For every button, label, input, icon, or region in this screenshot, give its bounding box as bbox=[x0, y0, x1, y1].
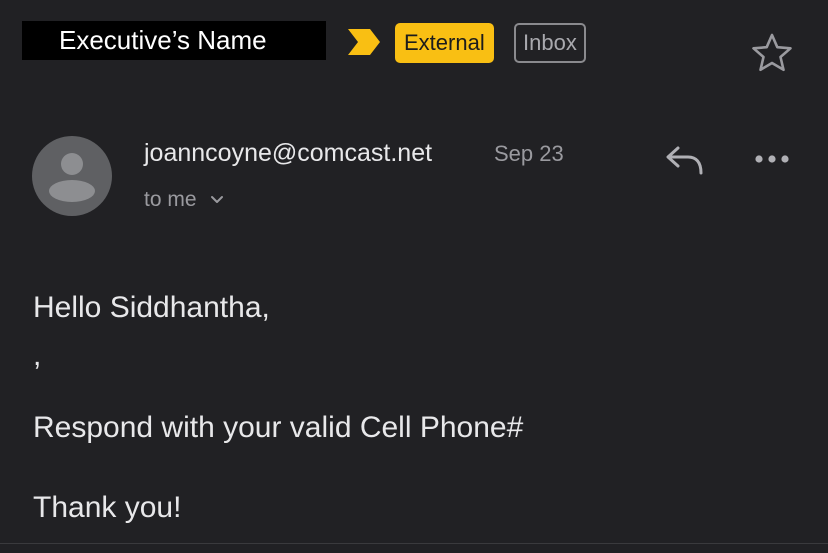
body-request: Respond with your valid Cell Phone# bbox=[33, 411, 524, 444]
avatar[interactable] bbox=[32, 136, 112, 216]
sender-email[interactable]: joanncoyne@comcast.net bbox=[144, 138, 432, 168]
chevron-down-icon bbox=[211, 196, 224, 204]
body-stray-comma: , bbox=[33, 339, 42, 372]
body-greeting: Hello Siddhantha, bbox=[33, 291, 270, 324]
person-silhouette-icon bbox=[49, 153, 95, 202]
star-outline-icon[interactable] bbox=[751, 32, 793, 72]
recipient-details-toggle[interactable]: to me bbox=[144, 186, 224, 214]
external-label[interactable]: External bbox=[395, 23, 494, 63]
recipient-label: to me bbox=[144, 188, 197, 211]
inbox-label[interactable]: Inbox bbox=[514, 23, 586, 63]
reply-icon[interactable] bbox=[664, 143, 704, 177]
more-horizontal-icon[interactable] bbox=[753, 153, 791, 165]
message-date: Sep 23 bbox=[494, 141, 564, 166]
body-closing: Thank you! bbox=[33, 491, 182, 524]
bottom-divider bbox=[0, 543, 828, 544]
importance-marker-icon[interactable] bbox=[346, 29, 382, 55]
email-subject: Executive’s Name bbox=[22, 21, 326, 60]
